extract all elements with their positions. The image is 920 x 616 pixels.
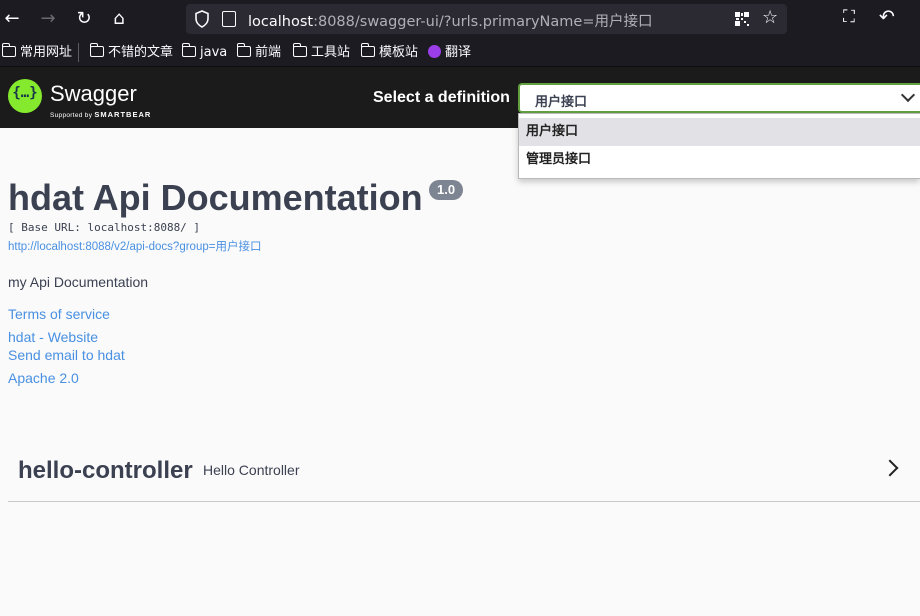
bookmark-label: 模板站 (379, 45, 419, 60)
bookmark-label: java (200, 45, 228, 60)
bookmark-star-icon[interactable]: ☆ (762, 7, 778, 28)
folder-icon (236, 43, 251, 57)
undo-arrow-icon[interactable]: ↶ (879, 6, 895, 28)
website-link[interactable]: hdat - Website (8, 329, 98, 345)
folder-icon (1, 43, 16, 57)
screenshot-crop-icon[interactable]: ⛶ (843, 7, 855, 27)
folder-icon (360, 43, 375, 57)
api-docs-link[interactable]: http://localhost:8088/v2/api-docs?group=… (8, 238, 261, 254)
bookmark-templates[interactable]: 模板站 (360, 43, 419, 62)
browser-toolbar: ← → ↻ ⌂ localhost:8088/swagger-ui/?urls.… (0, 0, 920, 38)
url-path: :8088/swagger-ui/?urls.primaryName=用户接口 (313, 14, 653, 30)
bookmark-label: 工具站 (311, 45, 351, 60)
bookmark-common-sites[interactable]: 常用网址 (1, 43, 73, 62)
definition-option-admin-api[interactable]: 管理员接口 (519, 146, 920, 174)
bookmark-label: 前端 (255, 45, 282, 60)
contact-email-link[interactable]: Send email to hdat (8, 347, 125, 363)
bookmark-translate[interactable]: 翻译 (428, 44, 471, 62)
logo-sub-prefix: Supported by (50, 112, 93, 119)
bookmark-label: 不错的文章 (108, 45, 174, 60)
translate-icon (428, 45, 441, 58)
bookmark-tools[interactable]: 工具站 (292, 43, 351, 62)
definition-dropdown-list: 用户接口 管理员接口 (518, 113, 920, 179)
qr-code-icon[interactable] (735, 12, 749, 26)
address-bar[interactable]: localhost:8088/swagger-ui/?urls.primaryN… (186, 4, 787, 34)
folder-icon (292, 43, 307, 57)
bookmark-label: 常用网址 (20, 45, 73, 60)
bookmark-label: 翻译 (445, 45, 472, 60)
swagger-logo-text[interactable]: Swagger (50, 81, 137, 107)
folder-icon (89, 43, 104, 57)
base-url: [ Base URL: localhost:8088/ ] (8, 221, 201, 234)
definition-select-value: 用户接口 (535, 95, 588, 110)
select-definition-label: Select a definition (373, 89, 510, 106)
folder-icon (181, 43, 196, 57)
controller-name[interactable]: hello-controller (18, 457, 193, 485)
page-title: hdat Api Documentation (8, 177, 423, 218)
back-icon[interactable]: ← (0, 7, 24, 31)
logo-sub-brand: SMARTBEAR (94, 110, 152, 119)
swagger-logo-icon[interactable]: {…} (8, 79, 42, 113)
version-badge: 1.0 (429, 180, 464, 200)
bookmark-separator (78, 43, 79, 62)
logo-braces: {…} (12, 85, 38, 101)
home-icon[interactable]: ⌂ (107, 7, 131, 31)
controller-description: Hello Controller (203, 462, 300, 478)
bookmarks-bar: 常用网址 不错的文章 java 前端 工具站 模板站 翻译 (0, 38, 920, 67)
license-link[interactable]: Apache 2.0 (8, 370, 79, 386)
url-host: localhost (248, 14, 314, 30)
definition-option-user-api[interactable]: 用户接口 (519, 118, 920, 146)
chevron-right-icon[interactable] (881, 459, 899, 477)
reload-icon[interactable]: ↻ (72, 7, 96, 31)
bookmark-frontend[interactable]: 前端 (236, 43, 282, 62)
definition-select[interactable]: 用户接口 (518, 83, 920, 113)
api-description: my Api Documentation (8, 274, 149, 290)
page-info-icon[interactable] (222, 11, 236, 27)
bookmark-java[interactable]: java (181, 43, 228, 62)
bookmark-good-articles[interactable]: 不错的文章 (89, 43, 174, 62)
terms-of-service-link[interactable]: Terms of service (8, 306, 110, 322)
controller-section[interactable]: hello-controller Hello Controller (8, 445, 920, 502)
forward-icon[interactable]: → (36, 7, 60, 31)
url-text[interactable]: localhost:8088/swagger-ui/?urls.primaryN… (248, 10, 652, 31)
chevron-down-icon (900, 87, 916, 103)
swagger-logo-subtitle: Supported by SMARTBEAR (50, 110, 151, 119)
shield-icon[interactable] (194, 10, 210, 28)
